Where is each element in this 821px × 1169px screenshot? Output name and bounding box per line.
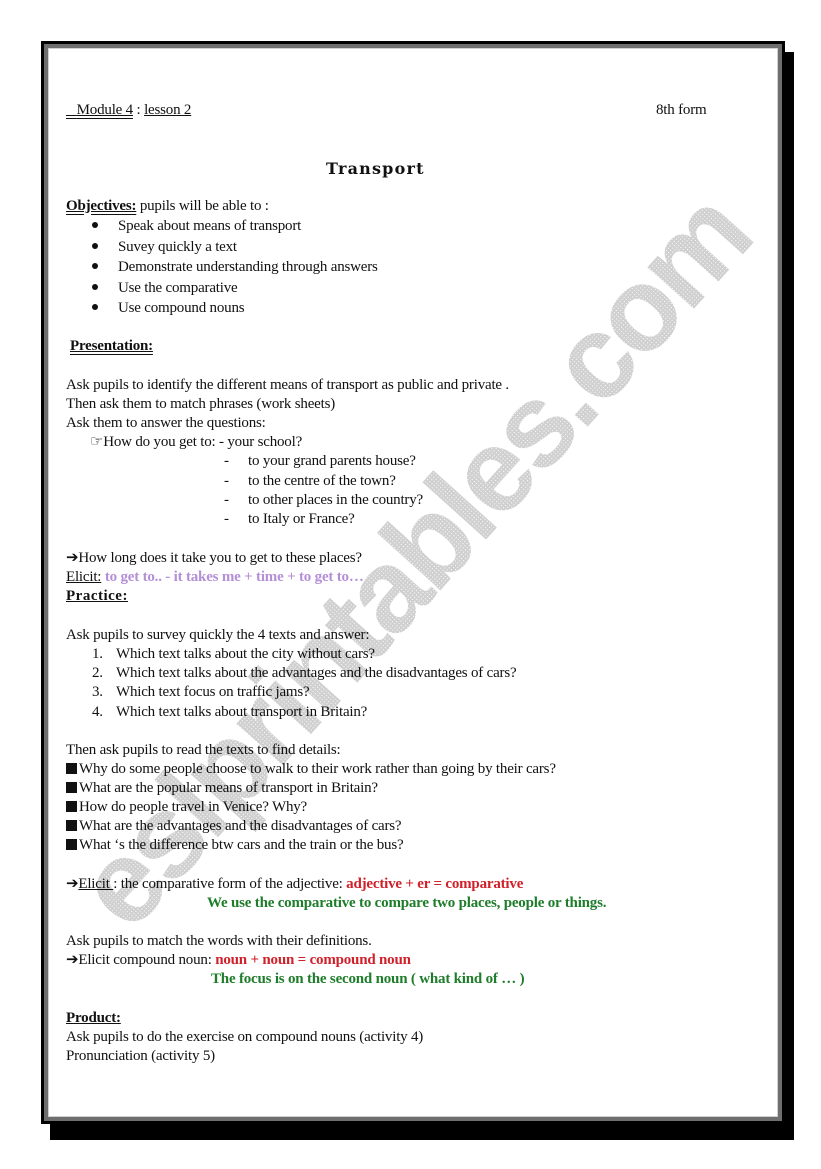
presentation-line: Ask them to answer the questions: — [66, 415, 266, 431]
product-heading: Product: — [66, 1010, 121, 1026]
objective-text: Use the comparative — [118, 279, 238, 296]
destination-text: to other places in the country? — [248, 492, 423, 508]
destination-text: to the centre of the town? — [248, 473, 396, 489]
detail-question: What are the advantages and the disadvan… — [66, 817, 402, 837]
compound-rule: noun + noun = compound noun — [215, 952, 411, 968]
module-line: Module 4 : lesson 2 — [66, 101, 192, 121]
destination-item: - to the centre of the town? — [224, 472, 396, 492]
elicit-comparative-line: ➔Elicit : the comparative form of the ad… — [66, 875, 523, 895]
document-page: Module 4 : lesson 2 8th form Transport O… — [41, 41, 785, 1124]
dash-icon: - — [224, 511, 229, 527]
bullet-icon — [92, 222, 98, 229]
survey-question-text: Which text focus on traffic jams? — [116, 684, 310, 700]
square-bullet-icon — [66, 762, 77, 774]
elicit-text: to get to.. - it takes me + time + to ge… — [101, 569, 364, 585]
detail-question: What ‘s the difference btw cars and the … — [66, 836, 404, 856]
compound-note: The focus is on the second noun ( what k… — [211, 971, 525, 987]
list-number: 1. — [92, 646, 103, 662]
destination-item: - to other places in the country? — [224, 491, 423, 511]
elicit-compound-line: ➔Elicit compound noun: noun + noun = com… — [66, 951, 411, 971]
product-line: Pronunciation (activity 5) — [66, 1048, 215, 1064]
bullet-icon — [92, 283, 98, 290]
destination-text: to your grand parents house? — [248, 453, 416, 469]
form-label: 8th form — [656, 102, 707, 118]
detail-question-text: Why do some people choose to walk to the… — [79, 761, 556, 777]
bullet-icon — [92, 242, 98, 249]
square-bullet-icon — [66, 819, 77, 831]
objective-text: Use compound nouns — [118, 300, 245, 316]
detail-question: How do people travel in Venice? Why? — [66, 798, 307, 818]
arrow-right-icon: ➔ — [66, 876, 79, 892]
presentation-heading: Presentation: — [70, 338, 153, 354]
presentation-line: Ask pupils to identify the different mea… — [66, 377, 509, 393]
objective-item: Demonstrate understanding through answer… — [92, 258, 378, 278]
objective-item: Use compound nouns — [92, 299, 378, 319]
question-lead: ☞How do you get to: - your school? — [90, 433, 302, 453]
bullet-icon — [92, 304, 98, 311]
page-title: Transport — [326, 159, 425, 178]
objective-text: Demonstrate understanding through answer… — [118, 259, 378, 275]
detail-question: What are the popular means of transport … — [66, 779, 378, 799]
survey-question-text: Which text talks about the advantages an… — [116, 665, 517, 681]
square-bullet-icon — [66, 781, 77, 793]
elicit-label: Elicit: — [66, 569, 102, 585]
pointing-hand-icon: ☞ — [90, 434, 104, 450]
elicit-line: Elicit: to get to.. - it takes me + time… — [66, 568, 364, 588]
comparative-rule: adjective + er = comparative — [346, 876, 524, 892]
objectives-intro: pupils will be able to : — [136, 198, 269, 214]
dash-icon: - — [224, 453, 229, 469]
survey-question-text: Which text talks about transport in Brit… — [116, 704, 368, 720]
module-separator: : — [132, 102, 145, 118]
detail-question: Why do some people choose to walk to the… — [66, 760, 556, 780]
destination-item: - to your grand parents house? — [224, 452, 416, 472]
objective-item: Speak about means of transport — [92, 217, 378, 237]
survey-question: 2. Which text talks about the advantages … — [92, 664, 517, 684]
objective-text: Speak about means of transport — [118, 218, 302, 234]
detail-question-text: What are the popular means of transport … — [79, 780, 378, 796]
presentation-line: Then ask them to match phrases (work she… — [66, 396, 336, 412]
objective-item: Suvey quickly a text — [92, 238, 378, 258]
objective-item: Use the comparative — [92, 279, 378, 299]
survey-intro: Ask pupils to survey quickly the 4 texts… — [66, 627, 370, 643]
survey-question: 1. Which text talks about the city withou… — [92, 645, 375, 665]
square-bullet-icon — [66, 838, 77, 850]
elicit-comparative-label: Elicit — [78, 876, 114, 892]
survey-question-text: Which text talks about the city without … — [116, 646, 375, 662]
dash-icon: - — [224, 492, 229, 508]
product-line: Ask pupils to do the exercise on compoun… — [66, 1029, 424, 1045]
objectives-list: Speak about means of transport Suvey qui… — [92, 217, 378, 319]
comparative-note: We use the comparative to compare two pl… — [207, 895, 607, 911]
objectives-line: Objectives: pupils will be able to : — [66, 197, 269, 217]
practice-heading: Practice: — [66, 588, 128, 604]
question-lead-text: How do you get to: - your school? — [103, 434, 303, 450]
detail-question-text: How do people travel in Venice? Why? — [79, 799, 308, 815]
match-words-line: Ask pupils to match the words with their… — [66, 933, 372, 949]
destination-text: to Italy or France? — [248, 511, 355, 527]
module-label-text: Module 4 — [76, 102, 134, 118]
list-number: 2. — [92, 665, 103, 681]
list-number: 3. — [92, 684, 103, 700]
elicit-comparative-text: : the comparative form of the adjective: — [113, 876, 347, 892]
lesson-label: lesson 2 — [144, 102, 192, 118]
objectives-heading: Objectives: — [66, 198, 137, 214]
bullet-icon — [92, 263, 98, 270]
survey-question: 4. Which text talks about transport in Br… — [92, 703, 367, 723]
arrow-right-icon: ➔ — [66, 550, 79, 566]
module-label: Module 4 — [66, 102, 134, 118]
square-bullet-icon — [66, 800, 77, 812]
elicit-compound-text: Elicit compound noun: — [78, 952, 216, 968]
list-number: 4. — [92, 704, 103, 720]
how-long-line: ➔How long does it take you to get to the… — [66, 549, 362, 569]
detail-question-text: What are the advantages and the disadvan… — [79, 818, 402, 834]
dash-icon: - — [224, 473, 229, 489]
detail-question-text: What ‘s the difference btw cars and the … — [79, 837, 404, 853]
details-intro: Then ask pupils to read the texts to fin… — [66, 742, 341, 758]
objective-text: Suvey quickly a text — [118, 238, 237, 255]
arrow-right-icon: ➔ — [66, 952, 79, 968]
destination-item: - to Italy or France? — [224, 510, 355, 530]
how-long-text: How long does it take you to get to thes… — [78, 550, 362, 566]
survey-question: 3. Which text focus on traffic jams? — [92, 683, 310, 703]
